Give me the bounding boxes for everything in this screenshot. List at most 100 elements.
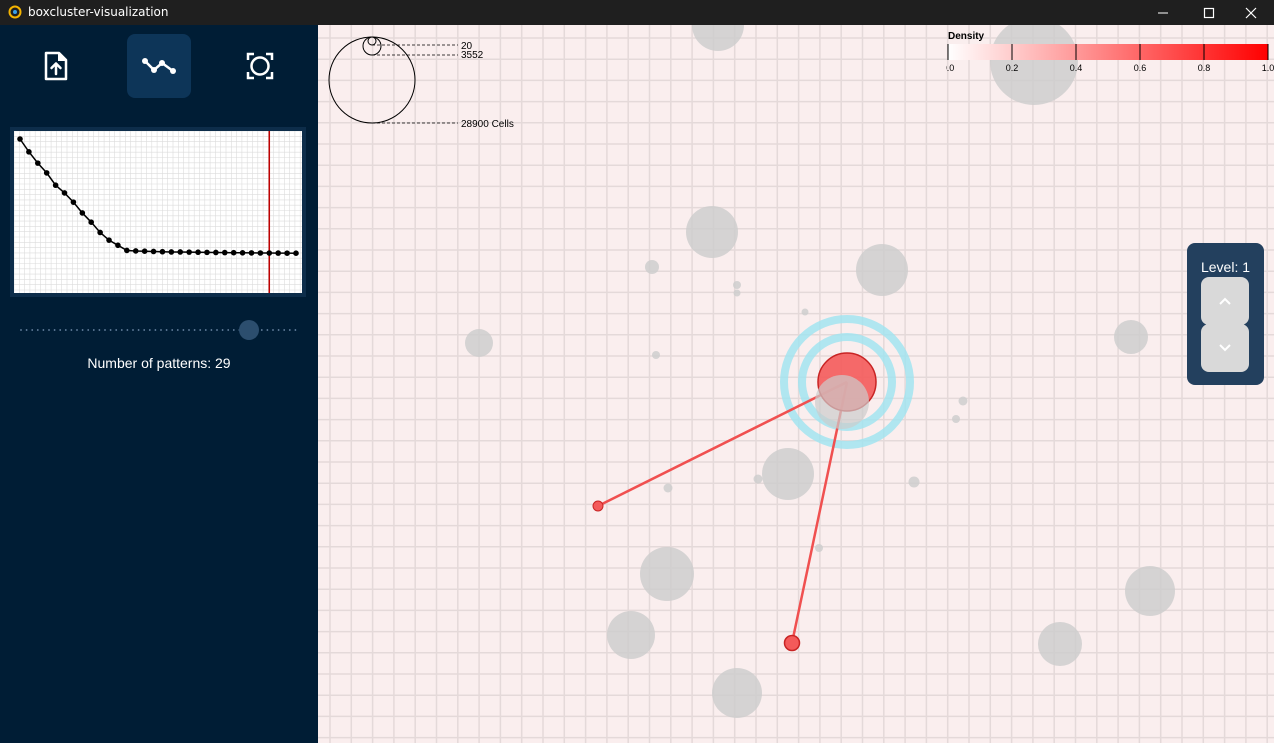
cluster-bubble[interactable] bbox=[686, 206, 738, 258]
line-chart-icon bbox=[142, 58, 176, 74]
elbow-point[interactable] bbox=[141, 248, 148, 255]
elbow-point[interactable] bbox=[293, 250, 299, 257]
close-button[interactable] bbox=[1228, 0, 1274, 25]
cluster-bubble[interactable] bbox=[645, 260, 659, 274]
elbow-point[interactable] bbox=[257, 250, 264, 256]
linked-cluster-node[interactable] bbox=[592, 500, 604, 512]
cluster-bubble[interactable] bbox=[733, 289, 741, 297]
cluster-bubble[interactable] bbox=[1114, 320, 1148, 354]
slider-tick bbox=[148, 329, 151, 331]
elbow-point[interactable] bbox=[204, 249, 210, 256]
slider-tick bbox=[182, 329, 185, 331]
elbow-point[interactable] bbox=[35, 160, 41, 166]
slider-tick bbox=[221, 329, 224, 331]
cluster-bubble[interactable] bbox=[856, 244, 908, 296]
close-icon bbox=[1245, 7, 1257, 18]
elbow-chart-button[interactable] bbox=[127, 34, 191, 98]
slider-tick bbox=[160, 329, 162, 331]
cluster-bubble[interactable] bbox=[692, 25, 744, 51]
slider-tick bbox=[59, 329, 62, 331]
density-tick-label: 0.4 bbox=[1070, 63, 1083, 73]
cluster-bubble[interactable] bbox=[801, 308, 809, 316]
elbow-chart-panel bbox=[10, 127, 306, 297]
elbow-point[interactable] bbox=[79, 210, 86, 216]
slider-tick bbox=[81, 329, 84, 331]
elbow-point[interactable] bbox=[150, 248, 157, 255]
slider-tick bbox=[115, 329, 118, 331]
cluster-bubble[interactable] bbox=[762, 448, 814, 500]
cluster-view[interactable]: 20 3552 28900 Cells bbox=[318, 25, 1274, 743]
cluster-bubble[interactable] bbox=[753, 474, 763, 484]
cluster-bubble[interactable] bbox=[908, 476, 920, 488]
slider-tick bbox=[171, 329, 174, 331]
cluster-bubble[interactable] bbox=[712, 668, 762, 718]
elbow-point[interactable] bbox=[275, 250, 281, 256]
elbow-point[interactable] bbox=[284, 250, 290, 256]
cluster-bubble[interactable] bbox=[958, 396, 968, 406]
elbow-point[interactable] bbox=[230, 249, 237, 256]
slider-tick bbox=[260, 329, 263, 331]
cluster-bubble[interactable] bbox=[1038, 622, 1082, 666]
elbow-point[interactable] bbox=[61, 190, 68, 196]
density-tick-label: 0.2 bbox=[1006, 63, 1019, 73]
cluster-bubble[interactable] bbox=[952, 415, 960, 423]
elbow-point[interactable] bbox=[195, 249, 201, 256]
focus-button[interactable] bbox=[228, 34, 292, 98]
cluster-bubble[interactable] bbox=[815, 375, 869, 429]
density-tick-label: 0.8 bbox=[1198, 63, 1211, 73]
elbow-point[interactable] bbox=[17, 136, 23, 142]
upload-file-button[interactable] bbox=[24, 34, 88, 98]
slider-tick bbox=[204, 329, 207, 331]
elbow-point[interactable] bbox=[213, 249, 219, 256]
elbow-point[interactable] bbox=[177, 249, 184, 255]
cluster-bubble[interactable] bbox=[815, 544, 823, 552]
slider-tick bbox=[87, 329, 90, 331]
sidebar: Number of patterns: 29 bbox=[0, 25, 318, 743]
slider-tick bbox=[210, 329, 213, 331]
elbow-point[interactable] bbox=[132, 248, 139, 254]
slider-tick bbox=[120, 329, 123, 331]
elbow-point[interactable] bbox=[239, 249, 246, 256]
level-down-button[interactable] bbox=[1201, 324, 1249, 372]
elbow-point[interactable] bbox=[52, 182, 59, 189]
cluster-bubble[interactable] bbox=[640, 547, 694, 601]
elbow-point[interactable] bbox=[26, 149, 32, 155]
elbow-point[interactable] bbox=[43, 170, 50, 176]
slider-tick bbox=[25, 329, 28, 331]
level-control: Level: 1 bbox=[1187, 243, 1264, 385]
elbow-point[interactable] bbox=[88, 219, 95, 225]
elbow-point[interactable] bbox=[248, 250, 255, 256]
cluster-canvas[interactable]: 20 3552 28900 Cells Density 0.00.20.40.6… bbox=[318, 25, 1274, 743]
elbow-point[interactable] bbox=[70, 199, 77, 205]
elbow-point[interactable] bbox=[168, 249, 175, 255]
linked-cluster-node[interactable] bbox=[783, 634, 801, 652]
elbow-point[interactable] bbox=[97, 229, 103, 236]
level-up-button[interactable] bbox=[1201, 277, 1249, 325]
slider-tick bbox=[98, 329, 101, 331]
elbow-point[interactable] bbox=[115, 242, 121, 249]
slider-tick bbox=[232, 329, 235, 331]
elbow-point[interactable] bbox=[186, 249, 192, 255]
slider-tick bbox=[294, 329, 297, 331]
elbow-point[interactable] bbox=[106, 237, 112, 243]
elbow-point[interactable] bbox=[221, 249, 228, 256]
slider-tick bbox=[288, 329, 291, 331]
cluster-bubble[interactable] bbox=[652, 351, 660, 359]
slider-tick bbox=[216, 329, 218, 331]
slider-tick bbox=[283, 329, 286, 331]
elbow-point[interactable] bbox=[124, 247, 130, 254]
cluster-bubble[interactable] bbox=[607, 611, 655, 659]
size-legend: 20 3552 28900 Cells bbox=[328, 36, 514, 130]
elbow-chart[interactable] bbox=[14, 131, 302, 293]
maximize-button[interactable] bbox=[1186, 0, 1232, 25]
elbow-point[interactable] bbox=[159, 248, 166, 255]
cluster-bubble[interactable] bbox=[733, 281, 741, 289]
minimize-button[interactable] bbox=[1140, 0, 1186, 25]
elbow-point[interactable] bbox=[266, 250, 273, 256]
slider-tick bbox=[92, 329, 95, 331]
focus-frame-icon bbox=[246, 52, 274, 80]
cluster-bubble[interactable] bbox=[465, 329, 493, 357]
cluster-bubble[interactable] bbox=[663, 483, 673, 493]
patterns-slider-thumb[interactable] bbox=[239, 320, 259, 340]
cluster-bubble[interactable] bbox=[1125, 566, 1175, 616]
